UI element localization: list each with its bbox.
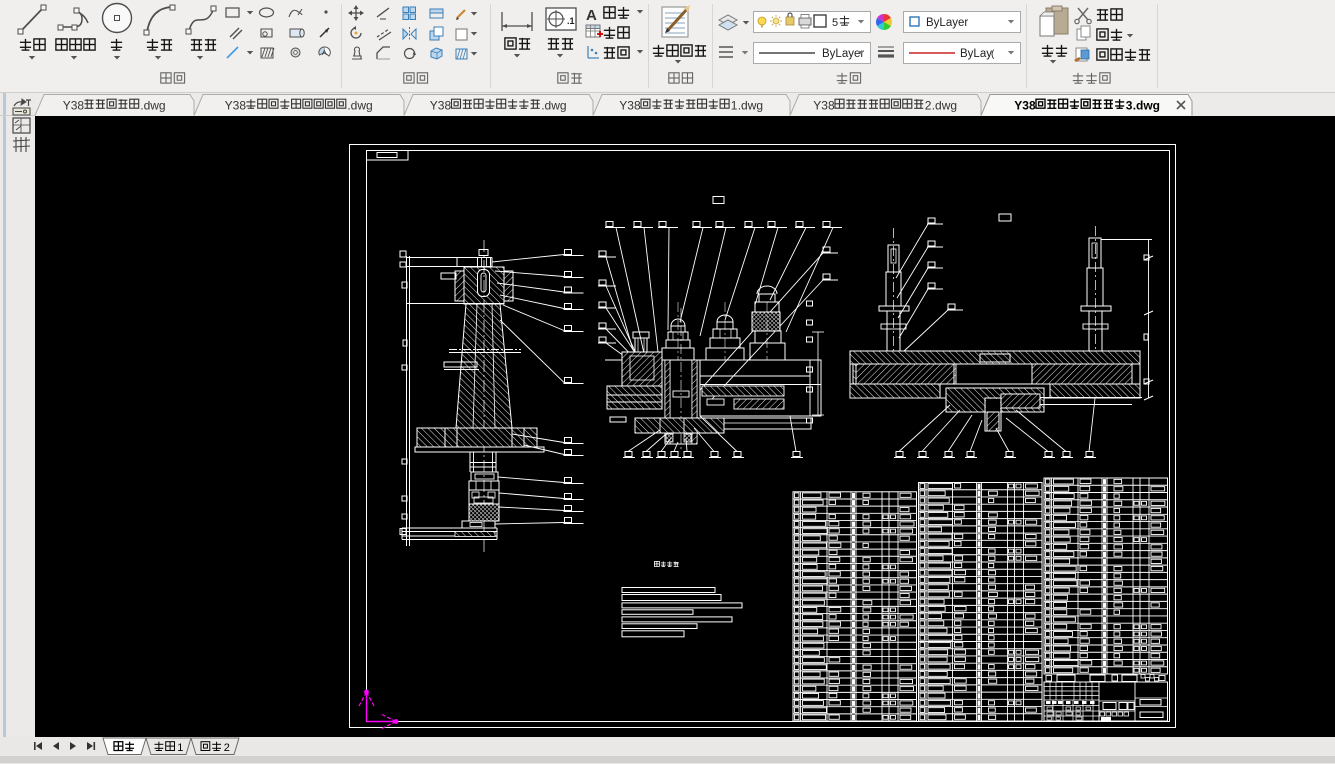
svg-text:3: 3 xyxy=(1126,99,1133,113)
svg-text:.dwg: .dwg xyxy=(932,99,957,113)
svg-text:2: 2 xyxy=(224,742,230,754)
svg-text:.dwg: .dwg xyxy=(347,99,372,113)
svg-text:2: 2 xyxy=(925,99,932,113)
svg-text:Y38: Y38 xyxy=(619,99,641,113)
svg-text:Y38: Y38 xyxy=(1014,99,1036,113)
svg-text:.dwg: .dwg xyxy=(1133,99,1160,113)
svg-text:5: 5 xyxy=(832,17,838,29)
svg-text:ByLayer: ByLayer xyxy=(822,48,864,60)
svg-text:.dwg: .dwg xyxy=(140,99,165,113)
svg-text:A: A xyxy=(586,7,597,24)
svg-text:Y38: Y38 xyxy=(63,99,85,113)
svg-text:A: A xyxy=(322,50,327,57)
svg-text:1: 1 xyxy=(731,99,738,113)
svg-text:.1: .1 xyxy=(567,16,575,26)
svg-text:Y38: Y38 xyxy=(225,99,247,113)
svg-text:.dwg: .dwg xyxy=(541,99,566,113)
svg-text:ByLay: ByLay xyxy=(960,48,992,60)
svg-text:Y38: Y38 xyxy=(813,99,835,113)
svg-text:.dwg: .dwg xyxy=(738,99,763,113)
svg-text:1: 1 xyxy=(177,742,183,754)
svg-text:Y38: Y38 xyxy=(430,99,452,113)
svg-text:ByLayer: ByLayer xyxy=(926,17,968,29)
